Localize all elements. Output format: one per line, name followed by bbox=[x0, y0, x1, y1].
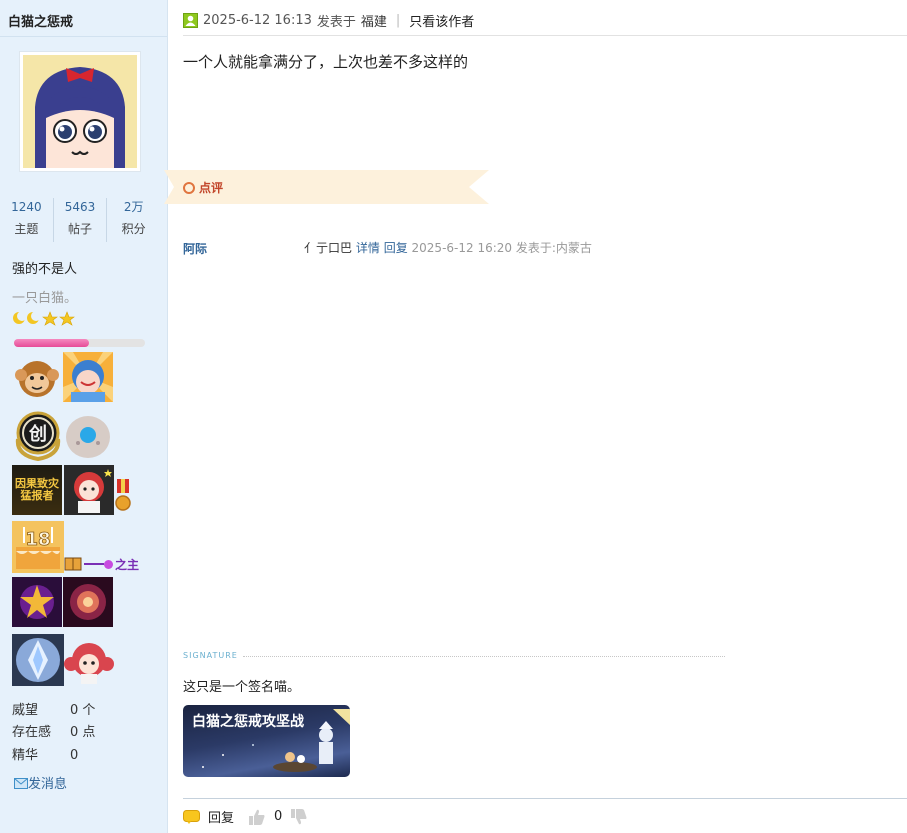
stat-label: 积分 bbox=[121, 222, 146, 236]
purple-badge-medal-icon[interactable] bbox=[12, 577, 62, 627]
pixel-girl-medal-icon[interactable] bbox=[63, 638, 115, 686]
book-medal-icon[interactable] bbox=[64, 557, 82, 571]
rank-icons bbox=[12, 310, 76, 330]
presence-row: 存在感 0 点 bbox=[12, 721, 95, 740]
event-medal-text: 因果致灾 猛报者 bbox=[15, 477, 59, 502]
signature-divider bbox=[243, 656, 725, 657]
stat-label: 主题 bbox=[14, 222, 39, 236]
essence-row: 精华 0 bbox=[12, 744, 78, 763]
footer-divider bbox=[183, 798, 907, 799]
moon-icon bbox=[13, 311, 27, 324]
review-label: 点评 bbox=[199, 181, 224, 195]
stat-label: 帖子 bbox=[68, 222, 93, 236]
signature-label: SIGNATURE bbox=[183, 651, 238, 660]
avatar-image bbox=[23, 55, 137, 168]
stat-points[interactable]: 2万 积分 bbox=[107, 198, 160, 242]
crystal-medal-icon[interactable] bbox=[12, 634, 64, 686]
comment-detail-link[interactable]: 详情 bbox=[356, 241, 380, 255]
reply-button[interactable]: 回复 bbox=[208, 807, 234, 826]
star-icon bbox=[59, 311, 75, 326]
post-footer: 回复 0 bbox=[183, 807, 308, 826]
level-progress-fill bbox=[14, 339, 89, 347]
monkey-medal-icon[interactable] bbox=[12, 351, 62, 401]
author-sidebar: 白猫之惩戒 1240 主题 5463 帖子 2万 积分 强的不是人 一只白猫。 … bbox=[0, 0, 168, 833]
ribbon-medal-icon[interactable] bbox=[113, 479, 133, 515]
user-online-icon bbox=[183, 13, 198, 28]
signature-banner-art bbox=[202, 709, 350, 772]
presence-value: 0 点 bbox=[70, 725, 96, 740]
essence-value: 0 bbox=[70, 748, 79, 763]
like-count: 0 bbox=[274, 809, 283, 824]
stat-value: 5463 bbox=[64, 200, 96, 214]
character-medal-icon[interactable] bbox=[63, 352, 113, 402]
prestige-value: 0 个 bbox=[70, 703, 96, 718]
signature-text: 这只是一个签名喵。 bbox=[183, 680, 301, 695]
cake-medal-text: 18 bbox=[25, 529, 50, 550]
stat-value: 1240 bbox=[11, 200, 42, 214]
thumbs-down-icon[interactable] bbox=[290, 808, 308, 826]
envelope-icon bbox=[14, 778, 28, 789]
avatar[interactable] bbox=[19, 51, 141, 172]
presence-label: 存在感 bbox=[12, 725, 52, 740]
stat-threads[interactable]: 1240 主题 bbox=[0, 198, 54, 242]
stat-value: 2万 bbox=[123, 200, 144, 214]
event-medal-icon[interactable]: 因果致灾 猛报者 bbox=[12, 465, 62, 515]
moon-icon bbox=[27, 311, 41, 324]
red-hair-medal-icon[interactable] bbox=[64, 465, 114, 515]
cake-18-medal-icon[interactable]: 18 bbox=[12, 521, 64, 573]
sidebar-divider bbox=[0, 36, 167, 37]
only-view-author-link[interactable]: 只看该作者 bbox=[409, 11, 474, 30]
reply-bubble-icon bbox=[183, 809, 200, 824]
stat-posts[interactable]: 5463 帖子 bbox=[54, 198, 108, 242]
comment-user[interactable]: 阿际 bbox=[183, 240, 207, 257]
lord-title-medal-icon[interactable]: 之主 bbox=[84, 555, 142, 573]
pink-badge-medal-icon[interactable] bbox=[63, 577, 113, 627]
post-content: 一个人就能拿满分了，上次也差不多这样的 bbox=[183, 53, 469, 71]
comment-text: 亻亍口巴 bbox=[304, 241, 353, 255]
creative-medal-text: 创 bbox=[28, 423, 47, 445]
comment-line: 亻亍口巴 详情 回复 2025-6-12 16:20 发表于:内蒙古 bbox=[304, 239, 592, 256]
review-circle-icon bbox=[183, 181, 195, 194]
seal-medal-icon[interactable] bbox=[64, 410, 112, 460]
post-date: 2025-6-12 16:13 bbox=[203, 13, 312, 28]
header-separator: | bbox=[395, 13, 401, 28]
send-message-link[interactable]: 发消息 bbox=[14, 773, 67, 792]
essence-label: 精华 bbox=[12, 748, 39, 763]
user-group: 一只白猫。 bbox=[12, 291, 78, 306]
post-main: 2025-6-12 16:13 发表于 福建 | 只看该作者 一个人就能拿满分了… bbox=[164, 0, 907, 833]
signature-banner[interactable]: 白猫之惩戒攻坚战 bbox=[183, 705, 350, 777]
comment-reply-link[interactable]: 回复 bbox=[384, 241, 408, 255]
user-title: 强的不是人 bbox=[12, 262, 78, 277]
header-divider bbox=[183, 35, 907, 36]
creative-medal-icon[interactable]: 创 bbox=[12, 409, 64, 461]
review-section-title: 点评 bbox=[183, 179, 223, 196]
prestige-label: 威望 bbox=[12, 703, 39, 718]
prestige-row: 威望 0 个 bbox=[12, 699, 95, 718]
send-message-label: 发消息 bbox=[28, 777, 68, 792]
comment-time: 2025-6-12 16:20 发表于:内蒙古 bbox=[411, 241, 592, 255]
level-progress-bar bbox=[14, 339, 145, 347]
post-header: 2025-6-12 16:13 发表于 福建 | 只看该作者 bbox=[183, 11, 474, 30]
posted-in-label: 发表于 bbox=[316, 15, 356, 30]
author-name[interactable]: 白猫之惩戒 bbox=[8, 11, 73, 30]
post-location: 福建 bbox=[360, 15, 387, 30]
thumbs-up-icon[interactable] bbox=[248, 808, 266, 826]
star-icon bbox=[42, 311, 58, 326]
author-stats: 1240 主题 5463 帖子 2万 积分 bbox=[0, 198, 160, 242]
lord-title-text: 之主 bbox=[115, 557, 140, 572]
